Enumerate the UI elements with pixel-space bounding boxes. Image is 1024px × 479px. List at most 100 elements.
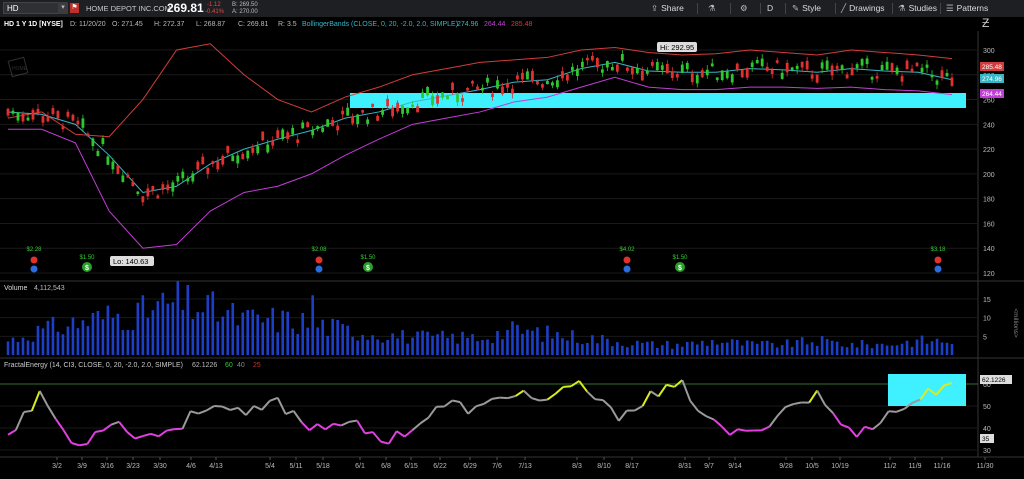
candle-body (386, 98, 389, 107)
energy-level-60: 60 (225, 362, 233, 369)
candle-body (191, 173, 195, 182)
candle-body (850, 67, 854, 76)
earnings-info-icon[interactable] (315, 265, 323, 273)
company-name: HOME DEPOT INC.COM (86, 4, 171, 13)
volume-bar (171, 302, 175, 355)
volume-bar (356, 340, 359, 355)
earnings-info-icon[interactable] (934, 265, 942, 273)
volume-bar (121, 330, 125, 355)
volume-bar (481, 340, 484, 355)
candle-body (21, 113, 25, 122)
share-button[interactable]: ⇪ Share (651, 0, 684, 17)
dividend-amount: $1.50 (79, 255, 95, 261)
volume-bar (536, 327, 539, 355)
candle-body (351, 116, 355, 124)
candle-body (935, 80, 939, 85)
candle-body (96, 150, 100, 157)
volume-bar (840, 346, 844, 355)
candle-body (301, 122, 305, 129)
volume-bar (486, 339, 489, 355)
zoom-icon[interactable]: Ƶ (982, 17, 989, 30)
candle-body (536, 80, 539, 85)
candle-body (266, 144, 270, 153)
price-axis-tick: 260 (983, 98, 995, 105)
symbol-dropdown-icon[interactable]: ▾ (58, 2, 68, 14)
x-axis-tick-label: 6/22 (433, 463, 447, 470)
timeframe-button[interactable]: D (767, 0, 773, 17)
candle-body (571, 66, 574, 71)
style-button[interactable]: ✎ Style (792, 0, 821, 17)
candle-body (645, 70, 649, 74)
volume-bar (591, 335, 594, 355)
volume-bar (421, 330, 424, 355)
energy-segment (539, 398, 548, 402)
x-axis-tick-label: 6/8 (381, 463, 391, 470)
earnings-icon[interactable] (315, 256, 323, 264)
candle-body (685, 63, 689, 70)
low-label: Lo: 140.63 (113, 257, 148, 266)
candle-body (471, 81, 474, 84)
volume-bar (351, 336, 354, 355)
candle-body (690, 73, 694, 83)
volume-bar (96, 310, 100, 355)
candle-body (670, 71, 674, 79)
settings-button[interactable]: ⚙ (740, 0, 751, 17)
x-axis-tick-label: 8/3 (572, 463, 582, 470)
energy-segment (79, 443, 88, 447)
volume-bar (775, 347, 779, 355)
earnings-info-icon[interactable] (623, 265, 631, 273)
volume-bar (471, 334, 474, 355)
volume-bar (516, 324, 519, 355)
drawings-label: Drawings (849, 3, 885, 13)
patterns-button[interactable]: ☰ Patterns (946, 0, 988, 17)
energy-tag-current-text: 62.1226 (982, 377, 1006, 384)
earnings-icon[interactable] (934, 256, 942, 264)
chart-area[interactable]: HD 1 Y 1D [NYSE] D: 11/20/20 O: 271.45 H… (0, 17, 1024, 479)
candle-body (276, 130, 280, 139)
volume-bar (51, 316, 55, 355)
volume-bar (750, 341, 754, 355)
volume-bar (685, 341, 689, 355)
candle-body (156, 195, 160, 199)
candle-body (920, 67, 924, 73)
studies-button[interactable]: ⚗ Studies (898, 0, 937, 17)
candle-body (356, 114, 360, 125)
x-axis-tick-label: 3/30 (153, 463, 167, 470)
earnings-icon[interactable] (623, 256, 631, 264)
price-axis-tick: 180 (983, 197, 995, 204)
candle-body (36, 108, 40, 114)
candle-body (406, 107, 409, 114)
candle-body (890, 63, 894, 72)
volume-bar (531, 330, 534, 355)
x-axis-tick-label: 5/11 (289, 463, 302, 470)
candle-body (865, 58, 869, 65)
candle-body (610, 67, 614, 71)
candle-body (556, 80, 559, 88)
energy-segment (491, 396, 500, 400)
volume-bar (870, 348, 874, 355)
price-header-symbol: HD 1 Y 1D [NYSE] (4, 21, 63, 28)
alert-flag-icon[interactable]: ⚑ (70, 3, 79, 13)
candle-body (31, 109, 35, 120)
candle-body (216, 161, 220, 170)
earnings-icon[interactable] (30, 256, 38, 264)
svg-text:HOME: HOME (12, 66, 28, 72)
volume-bar (830, 340, 834, 355)
candle-body (870, 76, 874, 80)
candle-body (451, 82, 454, 90)
volume-bar (206, 295, 210, 355)
drawings-button[interactable]: ╱ Drawings (841, 0, 885, 17)
volume-bar (506, 329, 509, 355)
volume-bar (735, 339, 739, 355)
candle-body (590, 55, 594, 61)
volume-bar (221, 316, 225, 355)
candle-body (491, 93, 494, 98)
x-axis-tick-label: 3/16 (100, 463, 114, 470)
volume-bar (436, 334, 439, 355)
earnings-info-icon[interactable] (30, 265, 38, 273)
flask-button[interactable]: ⚗ (708, 0, 719, 17)
volume-bar (680, 346, 684, 355)
volume-bar (181, 309, 185, 355)
volume-bar (935, 338, 939, 355)
symbol-input[interactable]: HD (3, 2, 59, 14)
